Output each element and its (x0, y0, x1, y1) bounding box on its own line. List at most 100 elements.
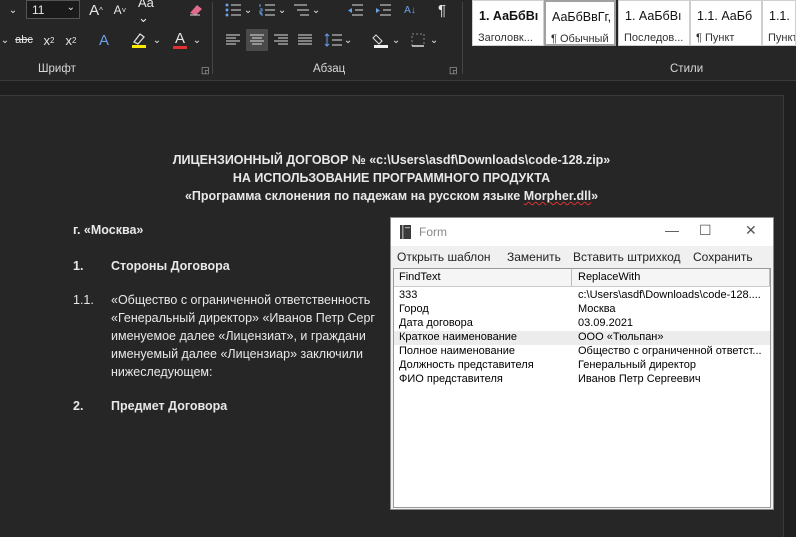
cell-replacewith: ООО «Тюльпан» (578, 331, 664, 343)
subscript-icon[interactable]: x2 (40, 30, 58, 50)
book-icon (399, 224, 413, 243)
style-name: ¶ Пункт (696, 32, 735, 44)
paragraph-dialog-launcher-icon[interactable]: ◲ (449, 65, 458, 76)
spellcheck-word: Morpher.dll (523, 189, 592, 203)
font-color-icon[interactable]: A (170, 30, 190, 50)
form-titlebar[interactable]: Form — ☐ ✕ (391, 218, 773, 246)
style-item-2[interactable]: 1.1. Пункт (762, 0, 796, 46)
cell-findtext: Полное наименование (399, 345, 515, 357)
shading-icon[interactable] (370, 30, 392, 50)
doc-city: г. «Москва» (73, 223, 144, 237)
pilcrow-icon[interactable]: ¶ (432, 0, 452, 20)
font-size-dropdown[interactable]: 11 ⌄ (26, 0, 80, 19)
cell-replacewith: 03.09.2021 (578, 317, 634, 329)
menu-open-template[interactable]: Открыть шаблон (397, 250, 491, 264)
paragraph-1-1-line: «Генеральный директор» «Иванов Петр Серг (111, 311, 375, 325)
doc-title-line3-post: » (591, 189, 599, 203)
section-1-number: 1. (73, 259, 84, 273)
style-normal[interactable]: АаБбВвГг, ¶ Обычный (544, 0, 616, 46)
menu-save[interactable]: Сохранить (693, 250, 753, 264)
numbering-icon[interactable] (256, 0, 278, 20)
font-name-dropdown-chevron-icon[interactable]: ⌄ (4, 1, 22, 19)
table-row[interactable]: 333 c:\Users\asdf\Downloads\code-128.... (394, 289, 770, 303)
bullets-chevron-icon[interactable]: ⌄ (244, 0, 252, 20)
menu-insert-barcode[interactable]: Вставить штрихкод (573, 250, 681, 264)
paragraph-1-1-line: нижеследующем: (111, 365, 213, 379)
table-row[interactable]: Полное наименование Общество с ограничен… (394, 345, 770, 359)
cell-findtext: 333 (399, 289, 418, 301)
table-row[interactable]: Должность представителя Генеральный дире… (394, 359, 770, 373)
style-preview: 1. АаБбВı (625, 9, 682, 23)
style-preview: 1.1. АаБб (697, 9, 753, 23)
doc-title-line2: НА ИСПОЛЬЗОВАНИЕ ПРОГРАММНОГО ПРОДУКТА (232, 171, 551, 185)
decrease-indent-icon[interactable] (344, 0, 366, 20)
group-label-font: Шрифт (38, 63, 76, 75)
align-left-icon[interactable] (222, 30, 244, 50)
cell-replacewith: c:\Users\asdf\Downloads\code-128.... (578, 289, 761, 301)
align-right-icon[interactable] (270, 30, 292, 50)
justify-icon[interactable] (294, 30, 316, 50)
bullets-icon[interactable] (222, 0, 244, 20)
increase-indent-icon[interactable] (372, 0, 394, 20)
chevron-down-icon: ⌄ (66, 2, 75, 13)
divider (462, 2, 463, 74)
cell-findtext: Должность представителя (399, 359, 534, 371)
highlight-color-icon[interactable] (128, 30, 150, 50)
cell-replacewith: Общество с ограниченной ответст... (578, 345, 762, 357)
replace-grid[interactable]: FindText ReplaceWith 333 c:\Users\asdf\D… (393, 268, 771, 508)
column-divider[interactable] (769, 269, 770, 286)
grow-font-icon[interactable]: A ^ (86, 0, 106, 20)
style-sequence[interactable]: 1. АаБбВı Последов... (618, 0, 690, 46)
close-icon[interactable]: ✕ (745, 222, 757, 239)
text-effects-icon[interactable]: A (94, 30, 114, 50)
borders-chevron-icon[interactable]: ⌄ (430, 30, 438, 50)
section-1-title: Стороны Договора (111, 259, 230, 273)
style-heading[interactable]: 1. АаБбВı Заголовк... (472, 0, 544, 46)
style-name: Пункт (768, 32, 796, 44)
cell-findtext: Город (399, 303, 429, 315)
shading-chevron-icon[interactable]: ⌄ (392, 30, 400, 50)
superscript-icon[interactable]: x2 (62, 30, 80, 50)
numbering-chevron-icon[interactable]: ⌄ (278, 0, 286, 20)
cell-findtext: Дата договора (399, 317, 473, 329)
align-center-icon[interactable] (246, 29, 268, 51)
multilevel-list-icon[interactable] (290, 0, 312, 20)
column-header-replacewith[interactable]: ReplaceWith (578, 271, 640, 283)
shrink-font-icon[interactable]: A ˅ (110, 0, 130, 20)
minimize-icon[interactable]: — (665, 222, 679, 238)
strikethrough-icon[interactable]: abc (14, 30, 34, 50)
divider (212, 2, 213, 74)
multilevel-chevron-icon[interactable]: ⌄ (312, 0, 320, 20)
paragraph-1-1-line: «Общество с ограниченной ответственность (111, 293, 371, 307)
form-window: Form — ☐ ✕ Открыть шаблон Заменить Встав… (390, 217, 774, 510)
menu-replace[interactable]: Заменить (507, 250, 561, 264)
group-label-paragraph: Абзац (313, 63, 346, 75)
form-title: Form (419, 225, 447, 239)
paragraph-1-1-line: именуемое далее «Лицензиат», и граждани (111, 329, 366, 343)
font-color-chevron-icon[interactable]: ⌄ (192, 30, 202, 50)
doc-title-line3: «Программа склонения по падежам на русск… (0, 189, 783, 203)
style-preview: АаБбВвГг, (552, 10, 612, 24)
subscript-chevron-icon[interactable]: ⌄ (0, 30, 10, 50)
column-header-findtext[interactable]: FindText (399, 271, 441, 283)
sort-icon[interactable]: A↓ (400, 0, 420, 20)
cell-replacewith: Иванов Петр Сергеевич (578, 373, 701, 385)
line-spacing-icon[interactable] (322, 30, 344, 50)
clear-formatting-icon[interactable] (186, 0, 206, 20)
line-spacing-chevron-icon[interactable]: ⌄ (344, 30, 352, 50)
style-item[interactable]: 1.1. АаБб ¶ Пункт (690, 0, 762, 46)
doc-title-line3-pre: «Программа склонения по падежам на русск… (184, 189, 524, 203)
group-label-styles: Стили (670, 63, 704, 75)
highlight-chevron-icon[interactable]: ⌄ (152, 30, 162, 50)
table-row[interactable]: Краткое наименование ООО «Тюльпан» (394, 331, 770, 345)
maximize-icon[interactable]: ☐ (699, 222, 712, 239)
font-dialog-launcher-icon[interactable]: ◲ (201, 65, 210, 76)
change-case-icon[interactable]: Aa ⌄ (138, 0, 168, 25)
table-row[interactable]: Дата договора 03.09.2021 (394, 317, 770, 331)
borders-icon[interactable] (408, 30, 428, 50)
table-row[interactable]: Город Москва (394, 303, 770, 317)
cell-replacewith: Генеральный директор (578, 359, 696, 371)
cell-replacewith: Москва (578, 303, 616, 315)
column-divider[interactable] (571, 269, 572, 286)
table-row[interactable]: ФИО представителя Иванов Петр Сергеевич (394, 373, 770, 387)
